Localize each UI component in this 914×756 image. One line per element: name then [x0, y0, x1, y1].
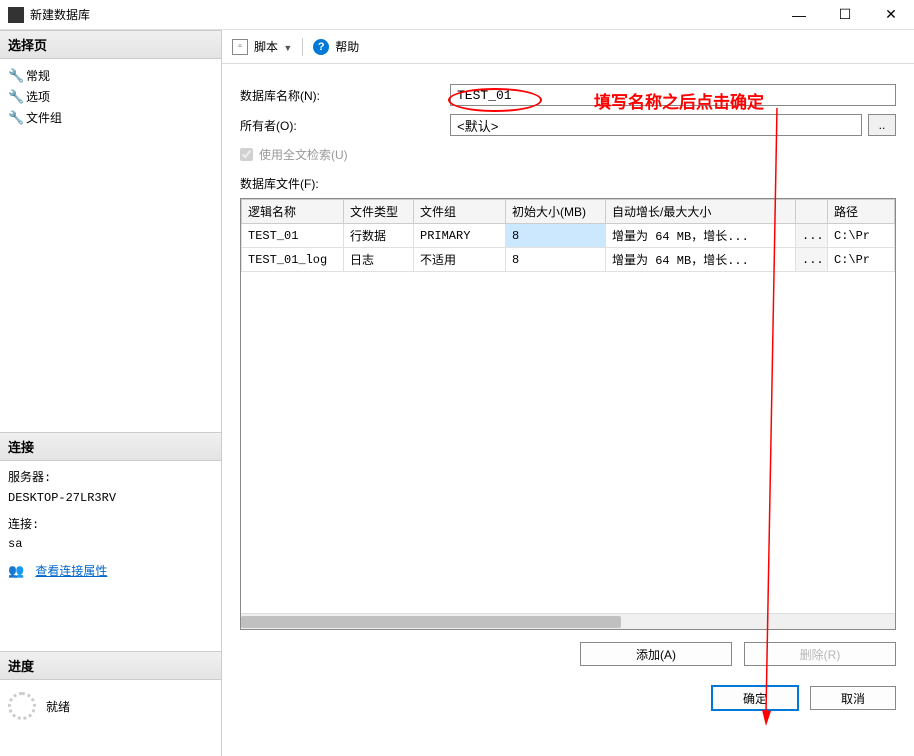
- col-logical-name[interactable]: 逻辑名称: [242, 200, 344, 224]
- progress-header: 进度: [0, 651, 221, 680]
- scrollbar-thumb[interactable]: [241, 616, 621, 628]
- owner-input[interactable]: [450, 114, 862, 136]
- view-connection-props-link[interactable]: 查看连接属性: [35, 565, 107, 579]
- script-icon: ▫: [232, 39, 248, 55]
- db-name-label: 数据库名称(N):: [240, 87, 450, 104]
- page-label: 选项: [26, 88, 50, 105]
- cell-group[interactable]: PRIMARY: [414, 224, 506, 248]
- cell-type[interactable]: 行数据: [344, 224, 414, 248]
- separator: [302, 38, 303, 56]
- ok-button[interactable]: 确定: [712, 686, 798, 710]
- maximize-button[interactable]: ☐: [822, 0, 868, 30]
- horizontal-scrollbar[interactable]: [241, 613, 895, 629]
- connection-label: 连接:: [8, 516, 213, 535]
- help-button[interactable]: 帮助: [335, 38, 359, 55]
- select-page-header: 选择页: [0, 30, 221, 59]
- app-icon: [8, 7, 24, 23]
- fulltext-checkbox: [240, 148, 253, 161]
- close-button[interactable]: ✕: [868, 0, 914, 30]
- wrench-icon: 🔧: [8, 68, 22, 84]
- add-button[interactable]: 添加(A): [580, 642, 732, 666]
- table-row[interactable]: TEST_01_log 日志 不适用 8 增量为 64 MB，增长... ...…: [242, 248, 895, 272]
- col-path[interactable]: 路径: [828, 200, 895, 224]
- db-files-label: 数据库文件(F):: [222, 175, 914, 198]
- table-row[interactable]: TEST_01 行数据 PRIMARY 8 增量为 64 MB，增长... ..…: [242, 224, 895, 248]
- titlebar: 新建数据库 — ☐ ✕: [0, 0, 914, 30]
- window-controls: — ☐ ✕: [776, 0, 914, 30]
- db-files-table-wrap: 逻辑名称 文件类型 文件组 初始大小(MB) 自动增长/最大大小 路径 TEST…: [240, 198, 896, 630]
- col-initial-size[interactable]: 初始大小(MB): [506, 200, 606, 224]
- db-name-input[interactable]: [450, 84, 896, 106]
- form-area: 数据库名称(N): 所有者(O): .. 使用全文检索(U): [222, 64, 914, 175]
- db-files-table[interactable]: 逻辑名称 文件类型 文件组 初始大小(MB) 自动增长/最大大小 路径 TEST…: [241, 199, 895, 272]
- cell-size[interactable]: 8: [506, 224, 606, 248]
- cell-name[interactable]: TEST_01: [242, 224, 344, 248]
- cell-growth[interactable]: 增量为 64 MB，增长...: [606, 248, 796, 272]
- window-title: 新建数据库: [30, 6, 90, 23]
- page-label: 常规: [26, 67, 50, 84]
- script-label: 脚本: [254, 40, 278, 54]
- wrench-icon: 🔧: [8, 110, 22, 126]
- page-list: 🔧 常规 🔧 选项 🔧 文件组: [8, 65, 213, 128]
- connection-header: 连接: [0, 432, 221, 461]
- content-area: ▫ 脚本 ▼ ? 帮助 数据库名称(N): 所有者(O): .. 使用全文检索(…: [222, 30, 914, 756]
- fulltext-label: 使用全文检索(U): [259, 146, 348, 163]
- server-value: DESKTOP-27LR3RV: [8, 489, 213, 508]
- cell-growth-btn[interactable]: ...: [796, 248, 828, 272]
- page-item-filegroups[interactable]: 🔧 文件组: [8, 107, 213, 128]
- col-autogrowth[interactable]: 自动增长/最大大小: [606, 200, 796, 224]
- progress-status: 就绪: [46, 698, 70, 715]
- owner-label: 所有者(O):: [240, 117, 450, 134]
- sidebar: 选择页 🔧 常规 🔧 选项 🔧 文件组 连接 服务器:: [0, 30, 222, 756]
- col-filegroup[interactable]: 文件组: [414, 200, 506, 224]
- minimize-button[interactable]: —: [776, 0, 822, 30]
- content-toolbar: ▫ 脚本 ▼ ? 帮助: [222, 30, 914, 64]
- cell-size[interactable]: 8: [506, 248, 606, 272]
- connection-value: sa: [8, 535, 213, 554]
- cell-name[interactable]: TEST_01_log: [242, 248, 344, 272]
- spinner-icon: [8, 692, 36, 720]
- progress-panel: 就绪: [0, 680, 221, 732]
- connection-info: 服务器: DESKTOP-27LR3RV 连接: sa 👥 查看连接属性: [0, 461, 221, 591]
- owner-browse-button[interactable]: ..: [868, 114, 896, 136]
- page-label: 文件组: [26, 109, 62, 126]
- cell-path[interactable]: C:\Pr: [828, 224, 895, 248]
- cell-growth-btn[interactable]: ...: [796, 224, 828, 248]
- script-dropdown[interactable]: 脚本 ▼: [254, 38, 292, 55]
- help-icon: ?: [313, 39, 329, 55]
- people-icon: 👥: [8, 564, 24, 579]
- chevron-down-icon: ▼: [283, 43, 292, 53]
- cell-path[interactable]: C:\Pr: [828, 248, 895, 272]
- cell-group[interactable]: 不适用: [414, 248, 506, 272]
- table-header-row: 逻辑名称 文件类型 文件组 初始大小(MB) 自动增长/最大大小 路径: [242, 200, 895, 224]
- cell-growth[interactable]: 增量为 64 MB，增长...: [606, 224, 796, 248]
- cell-type[interactable]: 日志: [344, 248, 414, 272]
- cancel-button[interactable]: 取消: [810, 686, 896, 710]
- page-item-general[interactable]: 🔧 常规: [8, 65, 213, 86]
- col-btn: [796, 200, 828, 224]
- col-file-type[interactable]: 文件类型: [344, 200, 414, 224]
- server-label: 服务器:: [8, 469, 213, 488]
- remove-button: 删除(R): [744, 642, 896, 666]
- wrench-icon: 🔧: [8, 89, 22, 105]
- page-item-options[interactable]: 🔧 选项: [8, 86, 213, 107]
